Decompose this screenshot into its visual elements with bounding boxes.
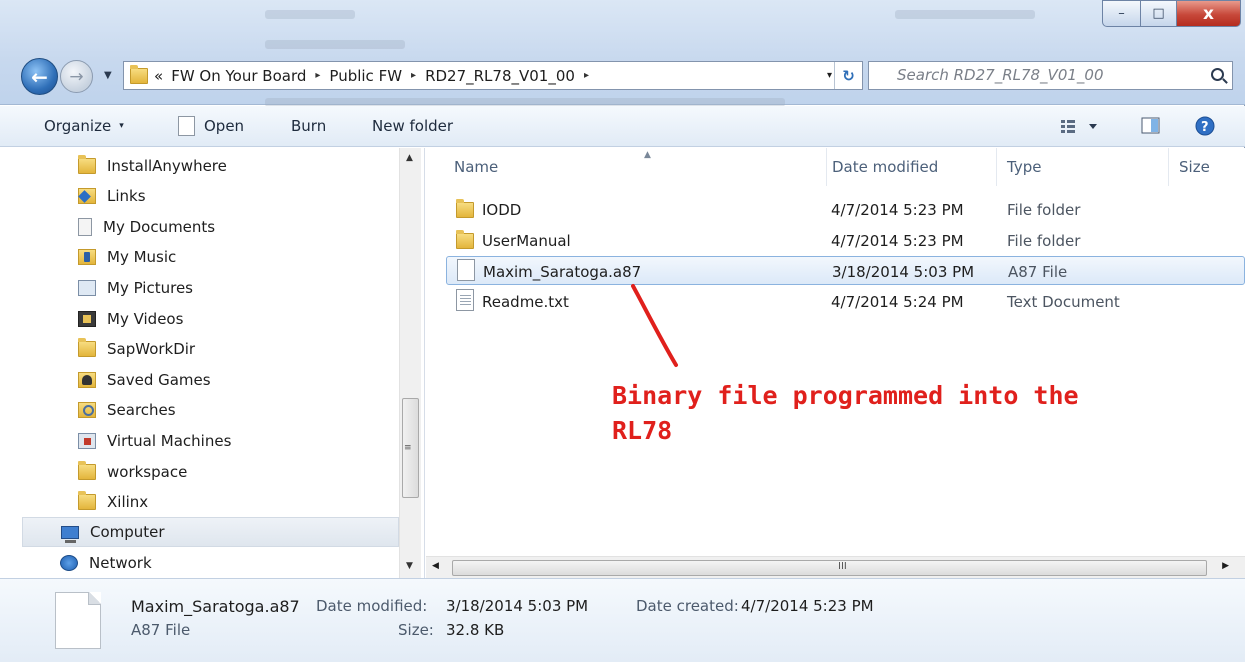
annotation-text: Binary file programmed into the RL78 — [612, 378, 1192, 448]
annotation-line: Binary file programmed into the — [612, 381, 1079, 410]
annotation-line: RL78 — [612, 416, 673, 445]
details-date-modified-label: Date modified: — [316, 597, 428, 615]
scrollbar-thumb[interactable]: III — [452, 560, 1207, 576]
file-thumbnail-icon — [55, 592, 101, 649]
details-date-created-label: Date created: — [636, 597, 739, 615]
grip-icon: III — [838, 561, 847, 572]
scroll-left-icon[interactable]: ◀ — [432, 561, 439, 571]
explorer-window: – □ x ← → ▼ « FW On Your Board ▸ Public … — [0, 0, 1245, 662]
file-list-scrollbar[interactable]: ◀ III ▶ — [426, 556, 1245, 578]
details-file-type: A87 File — [131, 621, 191, 639]
details-date-created: 4/7/2014 5:23 PM — [741, 597, 874, 615]
details-date-modified: 3/18/2014 5:03 PM — [446, 597, 589, 615]
details-pane: Maxim_Saratoga.a87 A87 File Date modifie… — [0, 578, 1245, 662]
details-size-label: Size: — [398, 621, 434, 639]
details-size: 32.8 KB — [446, 621, 505, 639]
scroll-right-icon[interactable]: ▶ — [1222, 561, 1229, 571]
details-file-name: Maxim_Saratoga.a87 — [131, 597, 300, 616]
